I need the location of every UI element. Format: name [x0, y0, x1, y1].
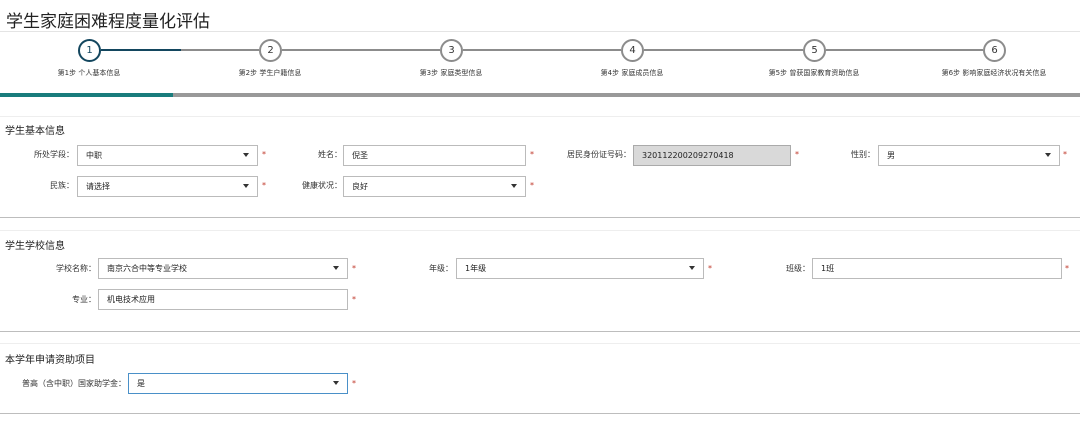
- required-mark: *: [708, 264, 712, 273]
- step-connector: [282, 49, 440, 51]
- ethnicity-select[interactable]: 请选择: [77, 176, 258, 197]
- class-input[interactable]: 1班: [812, 258, 1062, 279]
- step-4-circle[interactable]: 4: [621, 39, 644, 62]
- section-divider: [0, 116, 1080, 117]
- progress-fill: [0, 93, 173, 97]
- required-mark: *: [352, 264, 356, 273]
- chevron-down-icon: [333, 266, 339, 270]
- step-1-circle[interactable]: 1: [78, 39, 101, 62]
- step-5-circle[interactable]: 5: [803, 39, 826, 62]
- section-divider: [0, 343, 1080, 344]
- chevron-down-icon: [689, 266, 695, 270]
- required-mark: *: [530, 150, 534, 159]
- chevron-down-icon: [243, 153, 249, 157]
- scholarship-label: 普高（含中职）国家助学金：: [22, 379, 126, 388]
- major-label: 专业：: [72, 295, 96, 304]
- section-title-school-info: 学生学校信息: [5, 241, 65, 252]
- title-divider: [0, 31, 1080, 32]
- section-divider: [0, 413, 1080, 414]
- step-5-label[interactable]: 第5步 曾获国家教育资助信息: [769, 68, 860, 78]
- gender-label: 性别：: [851, 150, 875, 159]
- chevron-down-icon: [1045, 153, 1051, 157]
- required-mark: *: [1063, 150, 1067, 159]
- stage-label: 所处学段：: [34, 150, 74, 159]
- health-select[interactable]: 良好: [343, 176, 526, 197]
- required-mark: *: [262, 150, 266, 159]
- required-mark: *: [352, 379, 356, 388]
- step-6-label[interactable]: 第6步 影响家庭经济状况有关信息: [942, 68, 1047, 78]
- step-connector: [826, 49, 983, 51]
- school-select[interactable]: 南京六合中等专业学校: [98, 258, 348, 279]
- major-input[interactable]: 机电技术应用: [98, 289, 348, 310]
- step-2-circle[interactable]: 2: [259, 39, 282, 62]
- gender-select[interactable]: 男: [878, 145, 1060, 166]
- stage-value: 中职: [86, 151, 102, 160]
- health-label: 健康状况：: [302, 181, 342, 190]
- required-mark: *: [262, 181, 266, 190]
- step-3-circle[interactable]: 3: [440, 39, 463, 62]
- grade-select[interactable]: 1年级: [456, 258, 704, 279]
- section-title-basic-info: 学生基本信息: [5, 126, 65, 137]
- step-3-label[interactable]: 第3步 家庭类型信息: [420, 68, 483, 78]
- page-title: 学生家庭困难程度量化评估: [6, 12, 210, 32]
- step-4-label[interactable]: 第4步 家庭成员信息: [601, 68, 664, 78]
- class-label: 班级：: [786, 264, 810, 273]
- grade-value: 1年级: [465, 264, 487, 273]
- step-6-circle[interactable]: 6: [983, 39, 1006, 62]
- ethnicity-value: 请选择: [86, 182, 110, 191]
- required-mark: *: [530, 181, 534, 190]
- name-label: 姓名：: [318, 150, 342, 159]
- stage-select[interactable]: 中职: [77, 145, 258, 166]
- id-card-label: 居民身份证号码：: [567, 150, 631, 159]
- step-2-label[interactable]: 第2步 学生户籍信息: [239, 68, 302, 78]
- chevron-down-icon: [243, 184, 249, 188]
- health-value: 良好: [352, 182, 368, 191]
- ethnicity-label: 民族：: [50, 181, 74, 190]
- section-divider: [0, 331, 1080, 332]
- section-divider: [0, 230, 1080, 231]
- grade-label: 年级：: [429, 264, 453, 273]
- step-connector-active: [101, 49, 181, 51]
- id-card-input: 320112200209270418: [633, 145, 791, 166]
- step-1-label[interactable]: 第1步 个人基本信息: [58, 68, 121, 78]
- section-divider: [0, 217, 1080, 218]
- school-label: 学校名称：: [56, 264, 96, 273]
- required-mark: *: [352, 295, 356, 304]
- step-connector: [181, 49, 259, 51]
- chevron-down-icon: [511, 184, 517, 188]
- name-input[interactable]: 倪圣: [343, 145, 526, 166]
- scholarship-value: 是: [137, 379, 145, 388]
- step-connector: [463, 49, 621, 51]
- step-connector: [644, 49, 803, 51]
- required-mark: *: [795, 150, 799, 159]
- gender-value: 男: [887, 151, 895, 160]
- required-mark: *: [1065, 264, 1069, 273]
- chevron-down-icon: [333, 381, 339, 385]
- school-value: 南京六合中等专业学校: [107, 264, 187, 273]
- scholarship-select[interactable]: 是: [128, 373, 348, 394]
- section-title-aid-info: 本学年申请资助项目: [5, 355, 95, 366]
